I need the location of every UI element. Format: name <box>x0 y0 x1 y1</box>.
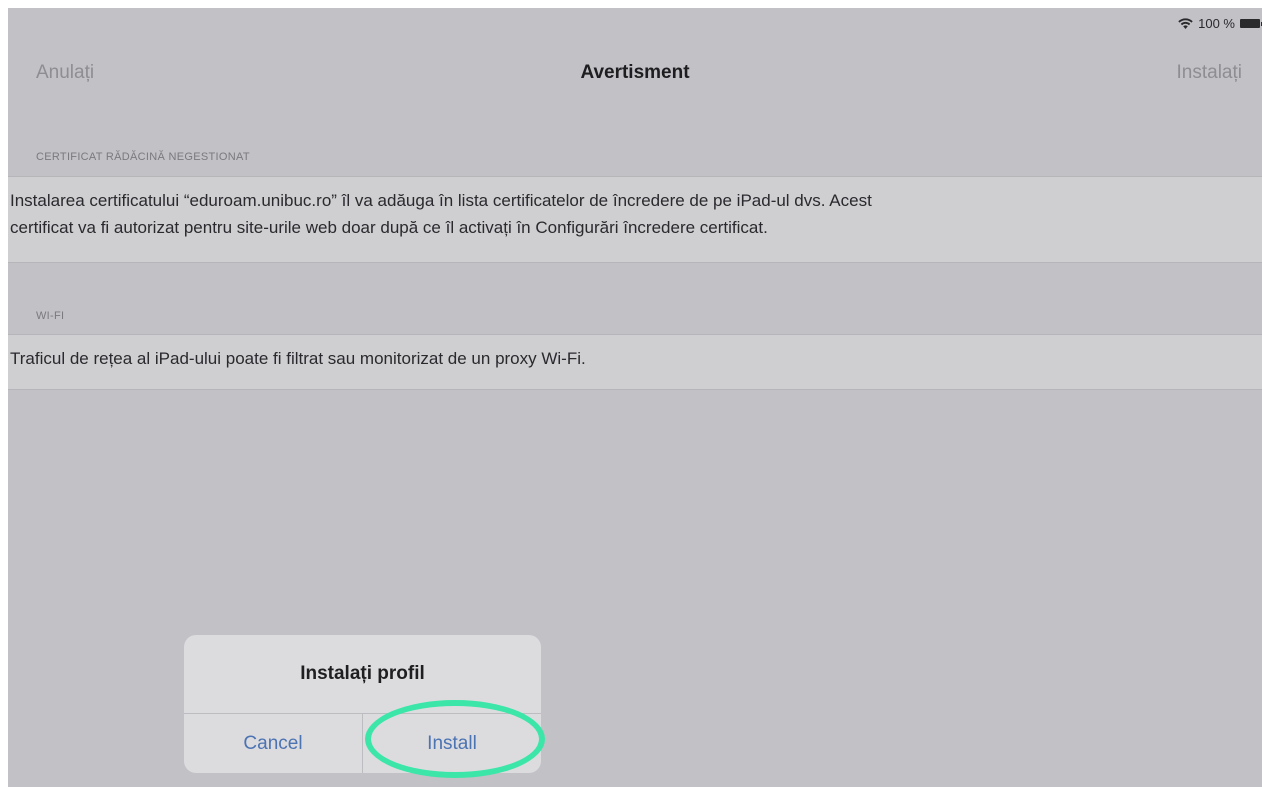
install-button[interactable]: Install <box>363 714 541 773</box>
page-title: Avertisment <box>580 62 690 83</box>
section-header-root-certificate: CERTIFICAT RĂDĂCINĂ NEGESTIONAT <box>36 151 250 163</box>
install-nav-button[interactable]: Instalați <box>1177 62 1242 84</box>
wifi-warning-text: Traficul de rețea al iPad-ului poate fi … <box>10 349 586 368</box>
root-certificate-warning-line-1: Instalarea certificatului “eduroam.unibu… <box>10 191 872 210</box>
ipad-screen: 100 % Avertisment Anulați Instalați CERT… <box>8 8 1262 787</box>
status-bar: 100 % <box>1178 8 1262 38</box>
root-certificate-warning-line-2: certificat va fi autorizat pentru site-u… <box>10 218 768 237</box>
cancel-nav-button[interactable]: Anulați <box>36 62 94 84</box>
wifi-warning-cell: Traficul de rețea al iPad-ului poate fi … <box>8 334 1262 390</box>
section-header-wifi: WI-FI <box>36 310 65 322</box>
battery-icon <box>1240 18 1262 28</box>
dialog-actions: Cancel Install <box>184 713 541 773</box>
cancel-button[interactable]: Cancel <box>184 714 363 773</box>
wifi-icon <box>1178 17 1193 29</box>
dialog-title: Instalați profil <box>300 663 425 684</box>
install-profile-dialog: Instalați profil Cancel Install <box>184 635 541 773</box>
battery-percentage: 100 % <box>1198 15 1235 31</box>
navigation-bar: Avertisment Anulați Instalați <box>8 54 1262 90</box>
root-certificate-warning-cell: Instalarea certificatului “eduroam.unibu… <box>8 176 1262 263</box>
